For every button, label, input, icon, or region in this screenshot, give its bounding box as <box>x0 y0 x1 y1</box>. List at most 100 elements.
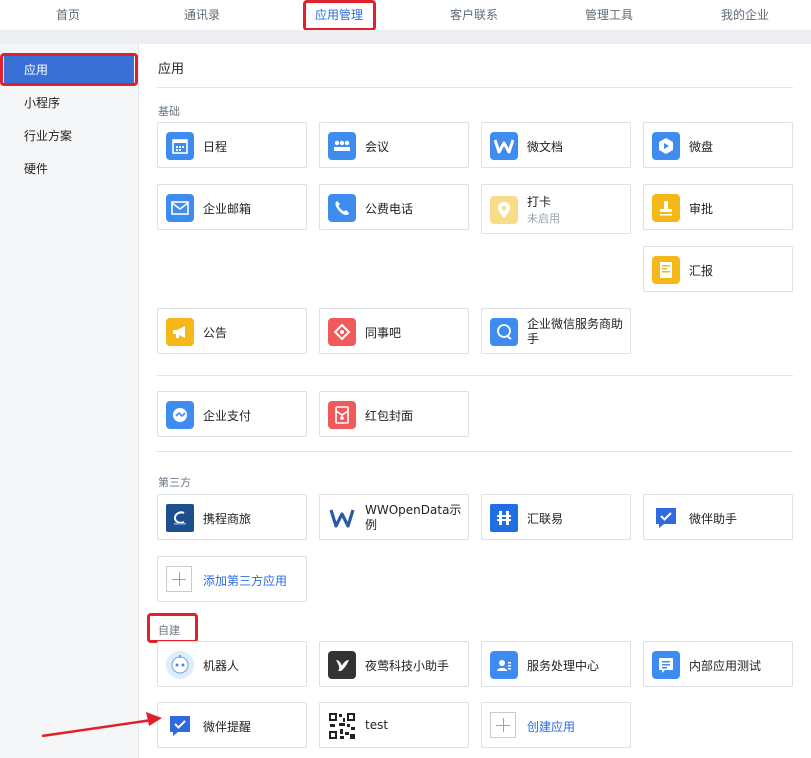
nav-home[interactable]: 首页 <box>28 6 108 23</box>
divider <box>157 375 793 376</box>
app-card-payment[interactable]: 企业支付 <box>157 391 307 437</box>
app-name: 服务处理中心 <box>527 659 600 673</box>
app-name: 企业支付 <box>203 409 252 423</box>
contact-card-icon <box>490 651 518 679</box>
stamp-icon <box>652 194 680 222</box>
create-app-button[interactable]: 创建应用 <box>481 702 631 748</box>
nav-app-management[interactable]: 应用管理 <box>299 6 379 23</box>
app-card-meeting[interactable]: 会议 <box>319 122 469 168</box>
nav-my-enterprise[interactable]: 我的企业 <box>705 6 785 23</box>
app-name: 打卡 <box>527 195 552 209</box>
app-card-checkin[interactable]: 打卡 未启用 <box>481 184 631 234</box>
app-name: 汇联易 <box>527 512 564 526</box>
app-name: 汇报 <box>689 264 714 278</box>
app-card-weiban-reminder[interactable]: 微伴提醒 <box>157 702 307 748</box>
checkmark-chat-icon <box>166 712 194 740</box>
app-name: 携程商旅 <box>203 512 252 526</box>
nav-contacts[interactable]: 通讯录 <box>162 6 242 23</box>
nightingale-logo-icon <box>328 651 356 679</box>
robot-icon <box>166 651 194 679</box>
nav-customer-contact[interactable]: 客户联系 <box>434 6 514 23</box>
app-name: test <box>365 718 389 732</box>
payment-icon <box>166 401 194 429</box>
app-name: 企业邮箱 <box>203 202 252 216</box>
app-name: 创建应用 <box>527 720 576 734</box>
divider <box>157 87 793 88</box>
app-card-robot[interactable]: 机器人 <box>157 641 307 687</box>
colleague-bar-icon <box>328 318 356 346</box>
sidebar-item-miniprogram[interactable]: 小程序 <box>0 88 138 118</box>
doc-w-icon <box>490 132 518 160</box>
app-name: 公告 <box>203 326 228 340</box>
app-name: 内部应用测试 <box>689 659 762 673</box>
app-name: 微盘 <box>689 140 714 154</box>
calendar-icon <box>166 132 194 160</box>
nav-management-tools[interactable]: 管理工具 <box>569 6 649 23</box>
sidebar-item-apps[interactable]: 应用 <box>4 55 134 85</box>
checkmark-chat-icon <box>652 504 680 532</box>
ctrip-logo-icon <box>166 504 194 532</box>
app-name: 微伴助手 <box>689 512 738 526</box>
plus-icon <box>490 712 516 738</box>
app-card-test[interactable]: test <box>319 702 469 748</box>
app-name: 企业微信服务商助手 <box>527 317 624 346</box>
app-name: 夜莺科技小助手 <box>365 659 450 673</box>
app-name: WWOpenData示例 <box>365 503 462 532</box>
app-card-report[interactable]: 汇报 <box>643 246 793 292</box>
app-card-mail[interactable]: 企业邮箱 <box>157 184 307 230</box>
sidebar-item-hardware[interactable]: 硬件 <box>0 154 138 184</box>
message-lines-icon <box>652 651 680 679</box>
red-arrow-annotation <box>41 712 162 738</box>
app-card-wwopendata[interactable]: WWOpenData示例 <box>319 494 469 540</box>
app-card-colleague-bar[interactable]: 同事吧 <box>319 308 469 354</box>
mail-icon <box>166 194 194 222</box>
app-card-ctrip[interactable]: 携程商旅 <box>157 494 307 540</box>
add-third-party-app-button[interactable]: 添加第三方应用 <box>157 556 307 602</box>
app-name: 同事吧 <box>365 326 402 340</box>
section-label-third-party: 第三方 <box>158 476 191 489</box>
sidebar-item-industry[interactable]: 行业方案 <box>0 121 138 151</box>
red-packet-icon <box>328 401 356 429</box>
app-card-service-center[interactable]: 服务处理中心 <box>481 641 631 687</box>
plus-icon <box>166 566 192 592</box>
chat-bubble-icon <box>490 318 518 346</box>
megaphone-icon <box>166 318 194 346</box>
app-name: 添加第三方应用 <box>203 574 288 588</box>
report-icon <box>652 256 680 284</box>
app-card-huilianyi[interactable]: 汇联易 <box>481 494 631 540</box>
app-name: 红包封面 <box>365 409 414 423</box>
sidebar: 应用 小程序 行业方案 硬件 <box>0 44 139 758</box>
phone-icon <box>328 194 356 222</box>
header-divider <box>0 30 811 44</box>
app-card-weiban[interactable]: 微伴助手 <box>643 494 793 540</box>
divider <box>157 451 793 452</box>
app-card-phone[interactable]: 公费电话 <box>319 184 469 230</box>
meeting-icon <box>328 132 356 160</box>
app-name: 公费电话 <box>365 202 414 216</box>
app-name: 机器人 <box>203 659 240 673</box>
app-name: 微文档 <box>527 140 564 154</box>
app-name: 日程 <box>203 140 228 154</box>
app-card-announcement[interactable]: 公告 <box>157 308 307 354</box>
app-card-approval[interactable]: 审批 <box>643 184 793 230</box>
app-card-provider-assistant[interactable]: 企业微信服务商助手 <box>481 308 631 354</box>
top-nav: 首页 通讯录 应用管理 客户联系 管理工具 我的企业 <box>0 0 811 30</box>
app-card-red-packet[interactable]: 红包封面 <box>319 391 469 437</box>
page-title: 应用 <box>158 62 185 77</box>
section-label-basic: 基础 <box>158 105 180 118</box>
huilianyi-logo-icon <box>490 504 518 532</box>
app-name: 会议 <box>365 140 390 154</box>
app-card-schedule[interactable]: 日程 <box>157 122 307 168</box>
app-card-doc[interactable]: 微文档 <box>481 122 631 168</box>
drive-icon <box>652 132 680 160</box>
app-name: 微伴提醒 <box>203 720 252 734</box>
app-name: 审批 <box>689 202 714 216</box>
app-card-drive[interactable]: 微盘 <box>643 122 793 168</box>
location-pin-icon <box>490 196 518 224</box>
qr-code-icon <box>328 712 356 740</box>
app-card-internal-test[interactable]: 内部应用测试 <box>643 641 793 687</box>
app-status: 未启用 <box>527 212 560 225</box>
section-label-custom: 自建 <box>158 624 180 637</box>
app-card-yeying[interactable]: 夜莺科技小助手 <box>319 641 469 687</box>
wwopendata-w-icon <box>328 504 356 532</box>
